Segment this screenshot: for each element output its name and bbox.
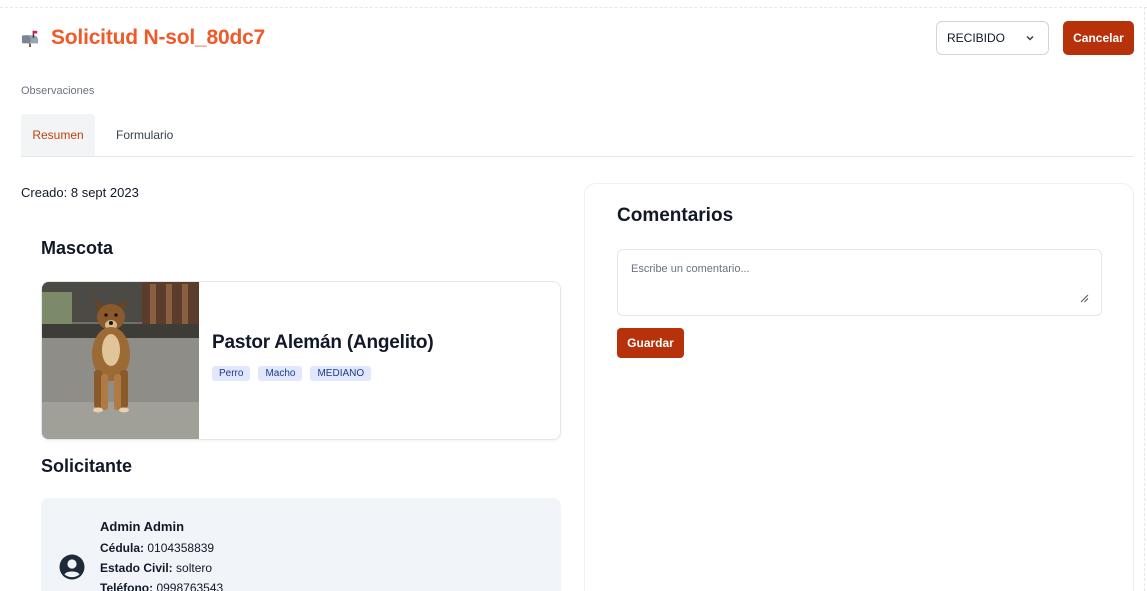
tag-sex: Macho [258, 366, 303, 381]
frame-top-border [0, 7, 1147, 8]
mailbox-icon [21, 30, 39, 47]
pet-name: Pastor Alemán (Angelito) [212, 332, 434, 353]
title-group: Solicitud N-sol_80dc7 [21, 26, 265, 50]
comment-placeholder: Escribe un comentario... [631, 263, 750, 275]
save-comment-button[interactable]: Guardar [617, 328, 684, 358]
status-select[interactable]: RECIBIDO [936, 21, 1049, 55]
cedula-value: 0104358839 [147, 541, 215, 555]
mascota-section-title: Mascota [41, 238, 114, 258]
page-header: Solicitud N-sol_80dc7 RECIBIDO Cancelar [21, 20, 1134, 56]
observaciones-label: Observaciones [21, 85, 95, 97]
applicant-estado-civil: Estado Civil: soltero [100, 558, 223, 578]
comment-textarea[interactable]: Escribe un comentario... [617, 249, 1102, 316]
applicant-details: Admin Admin Cédula: 0104358839 Estado Ci… [100, 518, 223, 591]
applicant-cedula: Cédula: 0104358839 [100, 538, 223, 558]
tab-formulario[interactable]: Formulario [103, 114, 186, 156]
tab-resumen[interactable]: Resumen [21, 114, 95, 156]
applicant-telefono: Teléfono: 0998763543 [100, 578, 223, 591]
tag-species: Perro [212, 366, 251, 381]
comments-panel: Comentarios Escribe un comentario... Gua… [584, 183, 1134, 591]
applicant-name: Admin Admin [100, 519, 185, 534]
pet-card[interactable]: Pastor Alemán (Angelito) Perro Macho MED… [41, 281, 561, 440]
page-title: Solicitud N-sol_80dc7 [51, 26, 266, 49]
chevron-down-icon [1026, 35, 1034, 41]
created-date: Creado: 8 sept 2023 [21, 185, 139, 200]
resize-handle-icon[interactable] [1080, 294, 1089, 303]
applicant-card: Admin Admin Cédula: 0104358839 Estado Ci… [41, 498, 561, 591]
frame-right-border [1144, 7, 1145, 591]
pet-tags: Perro Macho MEDIANO [212, 366, 433, 381]
user-circle-icon [59, 554, 85, 580]
estado-civil-value: soltero [176, 561, 213, 575]
telefono-label: Teléfono: [100, 581, 154, 591]
comments-title: Comentarios [617, 205, 734, 226]
status-select-value: RECIBIDO [947, 31, 1006, 45]
cancel-button[interactable]: Cancelar [1063, 21, 1134, 55]
estado-civil-label: Estado Civil: [100, 561, 173, 575]
pet-info: Pastor Alemán (Angelito) Perro Macho MED… [199, 282, 434, 439]
solicitante-section-title: Solicitante [41, 456, 133, 476]
pet-photo [42, 282, 199, 439]
cedula-label: Cédula: [100, 541, 145, 555]
header-actions: RECIBIDO Cancelar [936, 21, 1134, 55]
tab-bar: Resumen Formulario [21, 114, 1134, 157]
telefono-value: 0998763543 [156, 581, 224, 591]
tag-size: MEDIANO [310, 366, 372, 381]
